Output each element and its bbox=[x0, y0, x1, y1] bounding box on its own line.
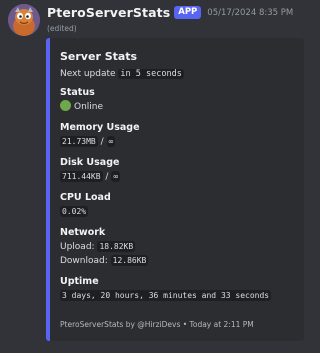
disk-separator: / bbox=[105, 172, 109, 182]
uptime-value: 3 days, 20 hours, 36 minutes and 33 seco… bbox=[60, 290, 272, 301]
username[interactable]: PteroServerStats bbox=[47, 5, 170, 20]
avatar-image bbox=[8, 4, 40, 36]
download-value: 12.86KB bbox=[110, 255, 149, 266]
disk-used: 711.44KB bbox=[60, 171, 103, 182]
green-circle-icon bbox=[60, 100, 71, 111]
network-field-name: Network bbox=[60, 227, 106, 238]
status-value: Online bbox=[74, 102, 104, 112]
next-update-value: in 5 seconds bbox=[118, 69, 184, 79]
status-field: Status Online bbox=[60, 87, 294, 114]
next-update-label: Next update bbox=[60, 69, 116, 79]
uptime-field: Uptime 3 days, 20 hours, 36 minutes and … bbox=[60, 276, 294, 303]
stats-embed: Server Stats Next update in 5 seconds St… bbox=[46, 38, 304, 341]
cpu-value: 0.02% bbox=[60, 206, 89, 217]
cpu-field: CPU Load 0.02% bbox=[60, 192, 294, 219]
memory-field-name: Memory Usage bbox=[60, 122, 140, 133]
edited-label: (edited) bbox=[47, 24, 77, 33]
download-label: Download: bbox=[60, 256, 108, 266]
disk-field-name: Disk Usage bbox=[60, 157, 120, 168]
cpu-field-name: CPU Load bbox=[60, 192, 111, 203]
message-timestamp: 05/17/2024 8:35 PM bbox=[207, 7, 294, 18]
memory-used: 21.73MB bbox=[60, 136, 98, 147]
upload-label: Upload: bbox=[60, 242, 95, 252]
embed-footer: PteroServerStats by @HirziDevs • Today a… bbox=[60, 320, 254, 329]
disk-total: ∞ bbox=[111, 171, 121, 182]
upload-value: 18.82KB bbox=[97, 241, 136, 252]
network-field: Network Upload: 18.82KB Download: 12.86K… bbox=[60, 227, 294, 268]
app-badge: APP bbox=[174, 6, 202, 19]
disk-field: Disk Usage 711.44KB / ∞ bbox=[60, 157, 294, 184]
next-update-line: Next update in 5 seconds bbox=[60, 69, 294, 79]
uptime-field-name: Uptime bbox=[60, 276, 99, 287]
status-field-name: Status bbox=[60, 87, 95, 98]
memory-separator: / bbox=[100, 137, 104, 147]
embed-title: Server Stats bbox=[60, 50, 138, 63]
message-header: PteroServerStats APP 05/17/2024 8:35 PM bbox=[47, 5, 293, 20]
memory-total: ∞ bbox=[106, 136, 116, 147]
memory-field: Memory Usage 21.73MB / ∞ bbox=[60, 122, 294, 149]
bot-avatar[interactable] bbox=[8, 4, 40, 36]
